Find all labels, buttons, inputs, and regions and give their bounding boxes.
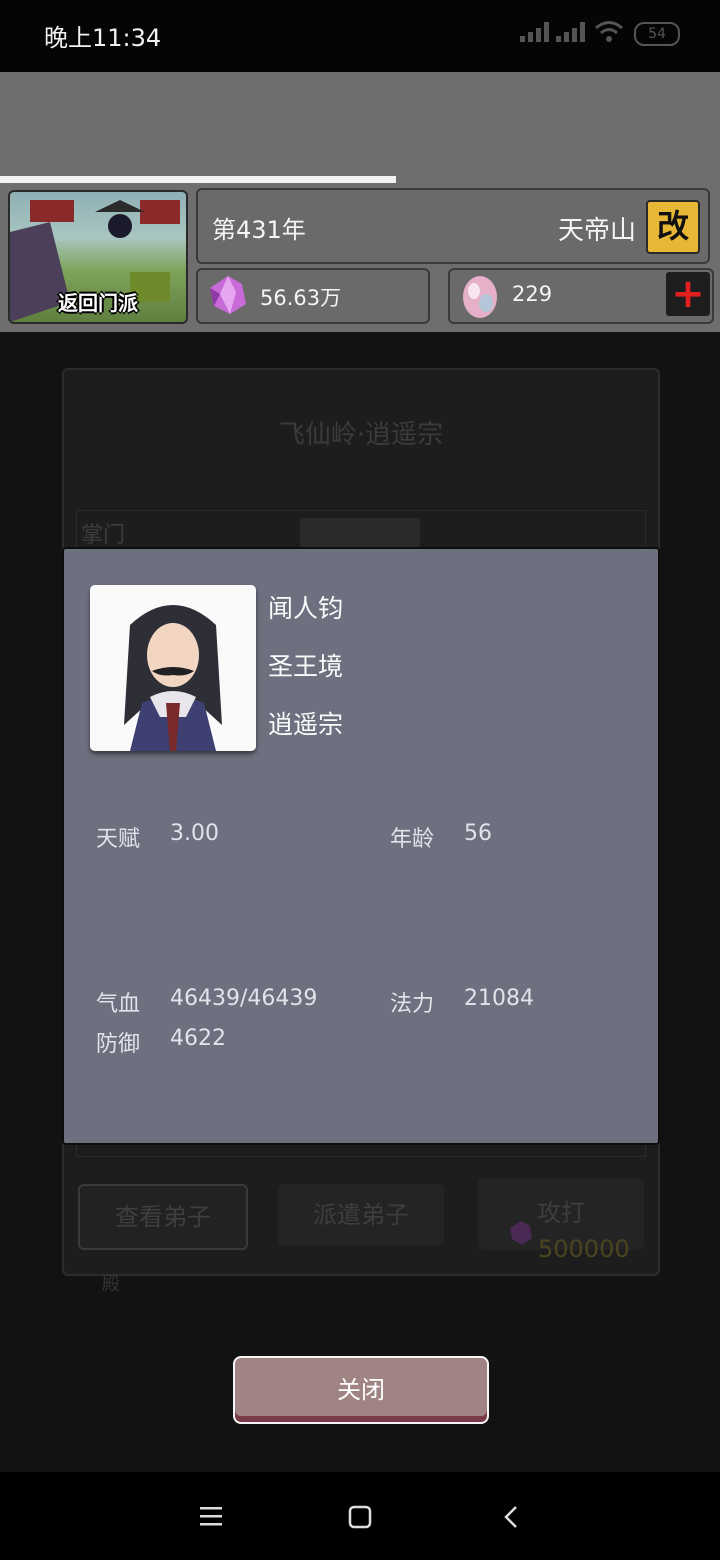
crystal-amount: 56.63万 — [260, 286, 342, 310]
add-gems-button[interactable]: + — [666, 272, 710, 316]
talent-value: 3.00 — [170, 821, 219, 846]
home-icon[interactable] — [347, 1504, 373, 1530]
wifi-icon — [595, 21, 623, 42]
defense-label: 防御 — [96, 1032, 141, 1057]
menu-icon[interactable] — [198, 1504, 224, 1528]
signal-icon — [520, 22, 550, 42]
return-sect-button[interactable]: 返回门派 — [8, 190, 188, 324]
gem-amount: 229 — [512, 282, 553, 306]
talent-label: 天赋 — [96, 827, 141, 852]
character-portrait — [90, 585, 256, 751]
crystal-icon — [210, 276, 246, 314]
return-sect-label: 返回门派 — [58, 291, 138, 315]
back-icon[interactable] — [500, 1504, 522, 1530]
sect-title: 飞仙岭·逍遥宗 — [278, 420, 444, 450]
gem-panel: 229 + — [448, 268, 714, 324]
attack-cost: 500000 — [538, 1235, 630, 1263]
hp-value: 46439/46439 — [170, 986, 318, 1011]
status-time: 晚上11:34 — [44, 24, 162, 52]
mana-value: 21084 — [464, 986, 534, 1011]
footer-char: 殿 — [102, 1274, 120, 1295]
gem-icon — [463, 276, 497, 318]
mana-label: 法力 — [390, 992, 435, 1017]
status-bar: 晚上11:34 54 — [0, 0, 720, 72]
character-sect: 逍遥宗 — [268, 710, 344, 739]
age-value: 56 — [464, 821, 492, 846]
change-location-button[interactable]: 改 — [646, 200, 700, 254]
crystal-panel: 56.63万 — [196, 268, 430, 324]
close-button[interactable]: 关闭 — [233, 1356, 489, 1424]
age-label: 年龄 — [390, 827, 435, 852]
character-name: 闻人钧 — [268, 594, 344, 623]
year-label: 第431年 — [212, 216, 306, 244]
nav-bar — [0, 1472, 720, 1560]
defense-value: 4622 — [170, 1026, 226, 1051]
year-panel: 第431年 天帝山 改 — [196, 188, 710, 264]
hp-label: 气血 — [96, 992, 141, 1017]
character-realm: 圣王境 — [268, 652, 344, 681]
leader-label: 掌门 — [81, 523, 126, 548]
battery-level: 54 — [648, 26, 666, 42]
progress-bar — [0, 176, 396, 183]
attack-cost-crystal-icon — [510, 1221, 532, 1245]
signal-icon-2 — [556, 22, 586, 42]
character-portrait-image — [90, 585, 256, 751]
battery-icon: 54 — [634, 22, 680, 46]
attack-button[interactable]: 攻打 500000 — [478, 1178, 644, 1263]
mountain-label: 天帝山 — [557, 216, 636, 246]
character-popup: 闻人钧 圣王境 逍遥宗 天赋 3.00 年龄 56 气血 46439/46439… — [62, 547, 660, 1145]
dispatch-disciples-button[interactable]: 派遣弟子 — [278, 1184, 444, 1246]
view-disciples-button[interactable]: 查看弟子 — [78, 1184, 248, 1250]
